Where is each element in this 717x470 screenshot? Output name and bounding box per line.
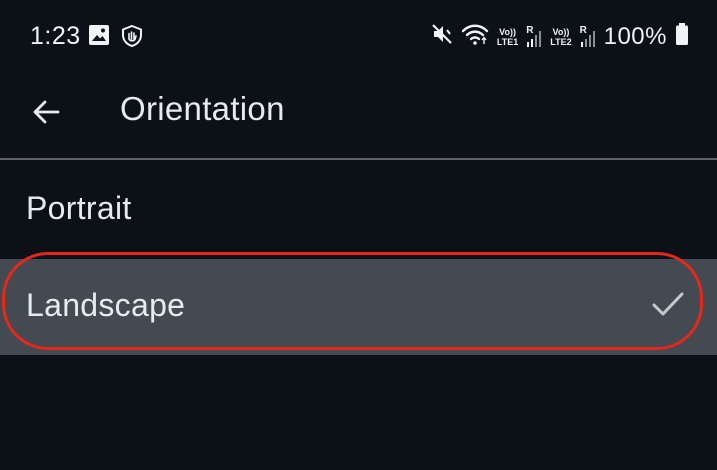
- status-bar: 1:23 Vo)) LTE1 R Vo)) LTE2 R 100%: [0, 0, 717, 76]
- wifi-icon: [461, 22, 489, 51]
- volte-lte2-icon: Vo)) LTE2: [550, 27, 571, 47]
- option-portrait[interactable]: Portrait: [0, 162, 717, 258]
- arrow-back-icon: [33, 100, 60, 124]
- signal-r-icon: R: [526, 25, 542, 49]
- status-right-icons: Vo)) LTE1 R Vo)) LTE2 R 100%: [431, 22, 689, 51]
- shield-hand-icon: [120, 24, 144, 53]
- signal-r-icon: R: [580, 25, 596, 49]
- status-time: 1:23: [30, 22, 81, 50]
- orientation-screen: 1:23 Vo)) LTE1 R Vo)) LTE2 R 100% Orient…: [0, 0, 717, 470]
- page-title: Orientation: [120, 90, 285, 127]
- status-left-icons: [88, 24, 144, 53]
- sim2-volte-label: Vo)): [552, 26, 570, 37]
- battery-percent: 100%: [603, 22, 667, 50]
- battery-icon: [675, 22, 689, 51]
- app-bar: Orientation: [0, 76, 717, 158]
- option-label: Portrait: [26, 190, 132, 226]
- option-landscape[interactable]: Landscape: [0, 259, 717, 355]
- image-icon: [88, 24, 110, 53]
- back-button[interactable]: [24, 90, 68, 134]
- mute-vibrate-icon: [431, 22, 453, 51]
- sim1-lte-label: LTE1: [496, 36, 519, 47]
- divider: [0, 158, 717, 160]
- sim1-volte-label: Vo)): [499, 26, 516, 37]
- sim2-lte-label: LTE2: [550, 36, 572, 47]
- option-label: Landscape: [26, 287, 186, 323]
- check-icon: [651, 289, 685, 324]
- volte-lte1-icon: Vo)) LTE1: [497, 27, 518, 47]
